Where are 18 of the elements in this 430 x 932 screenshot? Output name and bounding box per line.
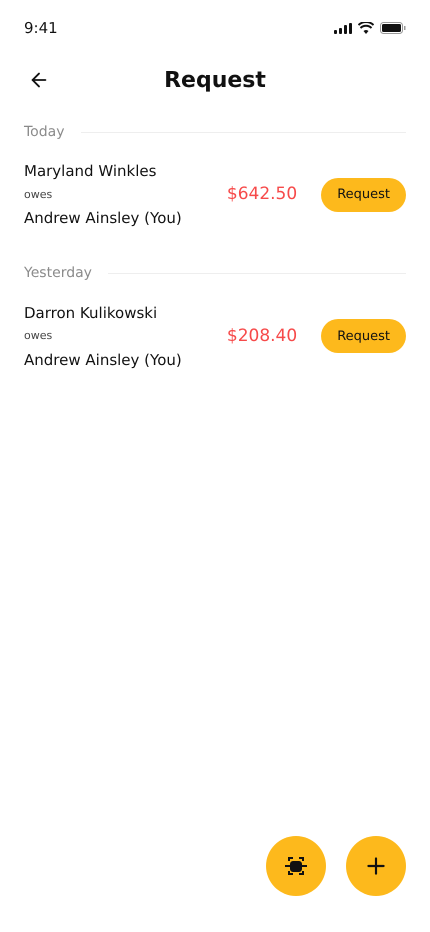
date-label: Yesterday bbox=[24, 264, 92, 283]
request-button[interactable]: Request bbox=[321, 178, 406, 212]
battery-icon bbox=[380, 22, 406, 34]
page-title: Request bbox=[164, 66, 266, 94]
amount: $208.40 bbox=[226, 324, 298, 348]
payee-name: Andrew Ainsley (You) bbox=[24, 350, 183, 370]
status-time: 9:41 bbox=[24, 18, 58, 39]
scan-icon bbox=[284, 855, 308, 877]
wifi-icon bbox=[358, 22, 374, 34]
payee-name: Andrew Ainsley (You) bbox=[24, 208, 183, 229]
request-button[interactable]: Request bbox=[321, 319, 406, 354]
owes-label: owes bbox=[24, 186, 54, 202]
signal-icon bbox=[334, 22, 352, 34]
date-label: Today bbox=[24, 122, 64, 142]
payer-name: Maryland Winkles bbox=[24, 161, 158, 182]
owes-label: owes bbox=[24, 328, 54, 344]
payer-name: Darron Kulikowski bbox=[24, 302, 158, 324]
amount: $642.50 bbox=[226, 183, 298, 206]
